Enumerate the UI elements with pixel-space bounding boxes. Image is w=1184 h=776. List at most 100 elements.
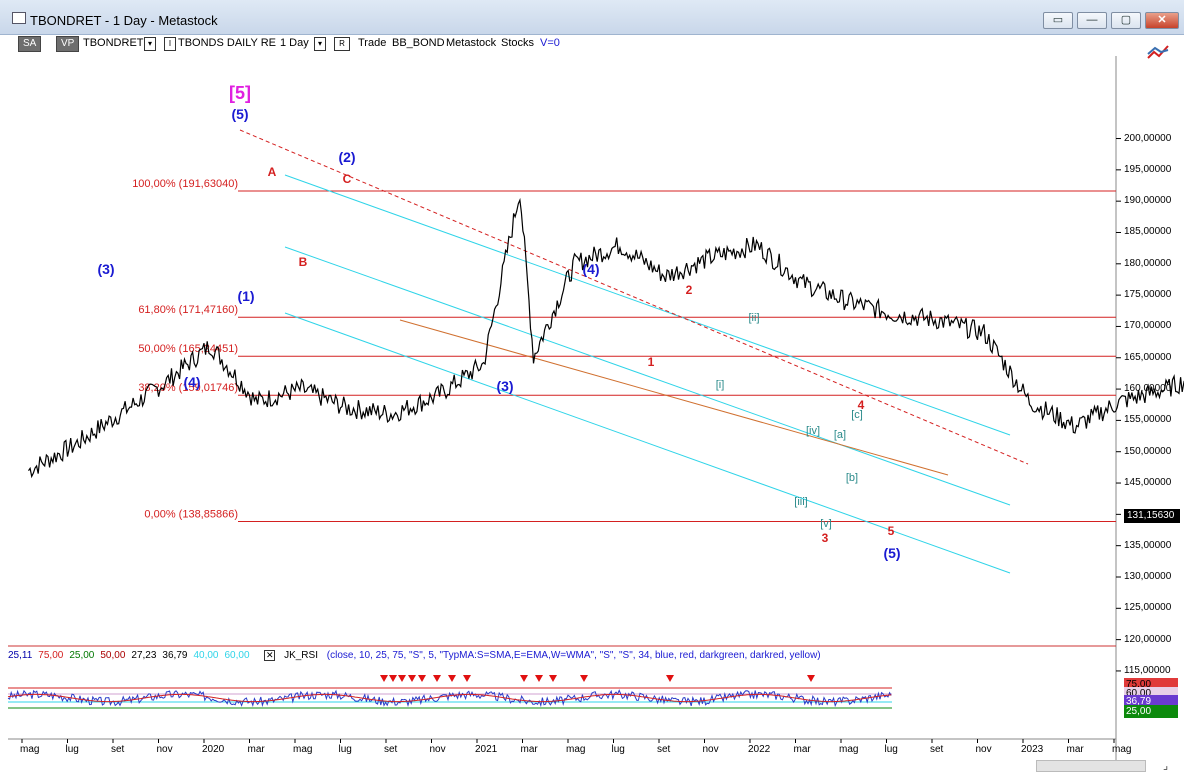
y-tick-label: 165,00000 xyxy=(1124,351,1172,363)
indicator-value: 50,00 xyxy=(100,650,126,661)
y-tick-label: 195,00000 xyxy=(1124,163,1172,175)
sa-button[interactable]: SA xyxy=(18,36,42,52)
fib-level-label: 100,00% (191,63040) xyxy=(132,178,238,190)
sell-signal-arrow-icon xyxy=(389,675,397,682)
x-tick-label: set xyxy=(384,744,398,755)
volume-label: V=0 xyxy=(540,37,560,49)
wave-label: [a] xyxy=(834,429,846,441)
period-dropdown[interactable]: ▾ xyxy=(314,37,326,51)
sell-signal-arrow-icon xyxy=(549,675,557,682)
sell-signal-arrow-icon xyxy=(807,675,815,682)
trend-channel-line xyxy=(284,312,1011,574)
x-tick-label: mag xyxy=(839,744,859,755)
x-tick-label: 2020 xyxy=(202,744,225,755)
x-tick-label: nov xyxy=(702,744,719,755)
sell-signal-arrow-icon xyxy=(448,675,456,682)
y-tick-label: 170,00000 xyxy=(1124,320,1172,332)
x-tick-label: set xyxy=(111,744,125,755)
sell-signal-arrow-icon xyxy=(418,675,426,682)
sell-signal-arrow-icon xyxy=(463,675,471,682)
wave-label: (1) xyxy=(237,288,254,304)
sell-signal-arrow-icon xyxy=(666,675,674,682)
wave-label: (5) xyxy=(231,106,248,122)
y-tick-label: 160,00000 xyxy=(1124,383,1172,395)
x-tick-label: 2023 xyxy=(1021,744,1044,755)
maximize-button[interactable]: ▢ xyxy=(1111,12,1141,29)
y-tick-label: 145,00000 xyxy=(1124,477,1172,489)
horizontal-scrollbar[interactable] xyxy=(1036,760,1146,772)
symbol-dropdown[interactable]: ▾ xyxy=(144,37,156,51)
fib-level-label: 61,80% (171,47160) xyxy=(138,304,238,316)
wave-label: (5) xyxy=(883,545,900,561)
trade-label[interactable]: Trade xyxy=(358,37,386,49)
wave-label: C xyxy=(343,172,352,186)
indicator-header: 25,11 75,00 25,00 50,00 27,23 36,79 40,00 60,00… xyxy=(8,650,827,664)
sell-signal-arrow-icon xyxy=(380,675,388,682)
x-tick-label: mag xyxy=(566,744,586,755)
sell-signal-arrow-icon xyxy=(580,675,588,682)
wave-label: A xyxy=(268,165,277,179)
x-tick-label: lug xyxy=(884,744,898,755)
y-tick-label: 125,00000 xyxy=(1124,602,1172,614)
vp-button[interactable]: VP xyxy=(56,36,80,52)
x-tick-label: nov xyxy=(429,744,446,755)
sell-signal-arrow-icon xyxy=(520,675,528,682)
trend-channel-line xyxy=(284,246,1011,506)
wave-label: (4) xyxy=(582,261,599,277)
x-tick-label: lug xyxy=(65,744,79,755)
window-title: TBONDRET - 1 Day - Metastock xyxy=(30,13,218,28)
wave-label: (3) xyxy=(496,378,513,394)
indicator-tag-25: 25,00 xyxy=(1124,705,1178,718)
x-tick-label: set xyxy=(930,744,944,755)
period-label: 1 Day xyxy=(280,37,309,49)
wave-label: [ii] xyxy=(749,312,760,324)
wave-label: [iii] xyxy=(794,496,807,508)
indicator-value: 60,00 xyxy=(224,650,250,661)
y-tick-label: 130,00000 xyxy=(1124,570,1172,582)
wave-label: 4 xyxy=(858,398,865,412)
restore-layout-button[interactable]: ▭ xyxy=(1043,12,1073,29)
bb-label: BB_BOND xyxy=(392,37,445,49)
wave-label: [5] xyxy=(229,83,251,103)
indicator-close-icon[interactable]: ✕ xyxy=(264,650,276,661)
wave-label: [b] xyxy=(846,472,858,484)
indicator-name[interactable]: JK_RSI xyxy=(284,650,318,661)
x-tick-label: mag xyxy=(293,744,313,755)
r-label: R xyxy=(339,39,345,48)
security-label: TBONDS DAILY RE xyxy=(178,37,277,49)
minimize-button[interactable]: — xyxy=(1077,12,1107,29)
sell-signal-arrow-icon xyxy=(398,675,406,682)
r-button[interactable]: R xyxy=(334,37,350,51)
trend-channel-line xyxy=(284,174,1011,436)
wave-label: 3 xyxy=(822,531,829,545)
indicator-params: (close, 10, 25, 75, "S", 5, "TypMA:S=SMA… xyxy=(326,650,821,661)
window-titlebar: TBONDRET - 1 Day - Metastock ▭ — ▢ ✕ xyxy=(0,0,1184,35)
sell-signal-arrow-icon xyxy=(433,675,441,682)
y-tick-label: 155,00000 xyxy=(1124,414,1172,426)
last-price-tag: 131,15630 xyxy=(1124,509,1180,523)
x-tick-label: nov xyxy=(975,744,992,755)
close-button[interactable]: ✕ xyxy=(1145,12,1179,29)
y-tick-label: 135,00000 xyxy=(1124,539,1172,551)
wave-label: (3) xyxy=(97,261,114,277)
indicator-value: 27,23 xyxy=(131,650,157,661)
fib-level-label: 0,00% (138,85866) xyxy=(144,509,238,521)
wave-label: [i] xyxy=(716,379,725,391)
security-toggle[interactable]: I xyxy=(164,37,176,51)
indicator-value: 75,00 xyxy=(38,650,64,661)
wave-label: 5 xyxy=(888,524,895,538)
wave-label: 2 xyxy=(686,283,693,297)
type-label: Stocks xyxy=(501,37,535,49)
wave-label: (4) xyxy=(183,374,200,390)
resize-grip-icon[interactable]: ⌟ xyxy=(1163,760,1179,772)
x-tick-label: mar xyxy=(793,744,811,755)
x-tick-label: lug xyxy=(338,744,352,755)
x-tick-label: mar xyxy=(520,744,538,755)
y-tick-label: 190,00000 xyxy=(1124,195,1172,207)
indicator-values: 25,11 75,00 25,00 50,00 27,23 36,79 40,00 60,00 xyxy=(8,650,256,661)
x-tick-label: mar xyxy=(247,744,265,755)
y-tick-label: 150,00000 xyxy=(1124,445,1172,457)
y-tick-label: 115,00000 xyxy=(1124,664,1171,676)
wave-label: (2) xyxy=(338,149,355,165)
y-tick-label: 200,00000 xyxy=(1124,132,1172,144)
